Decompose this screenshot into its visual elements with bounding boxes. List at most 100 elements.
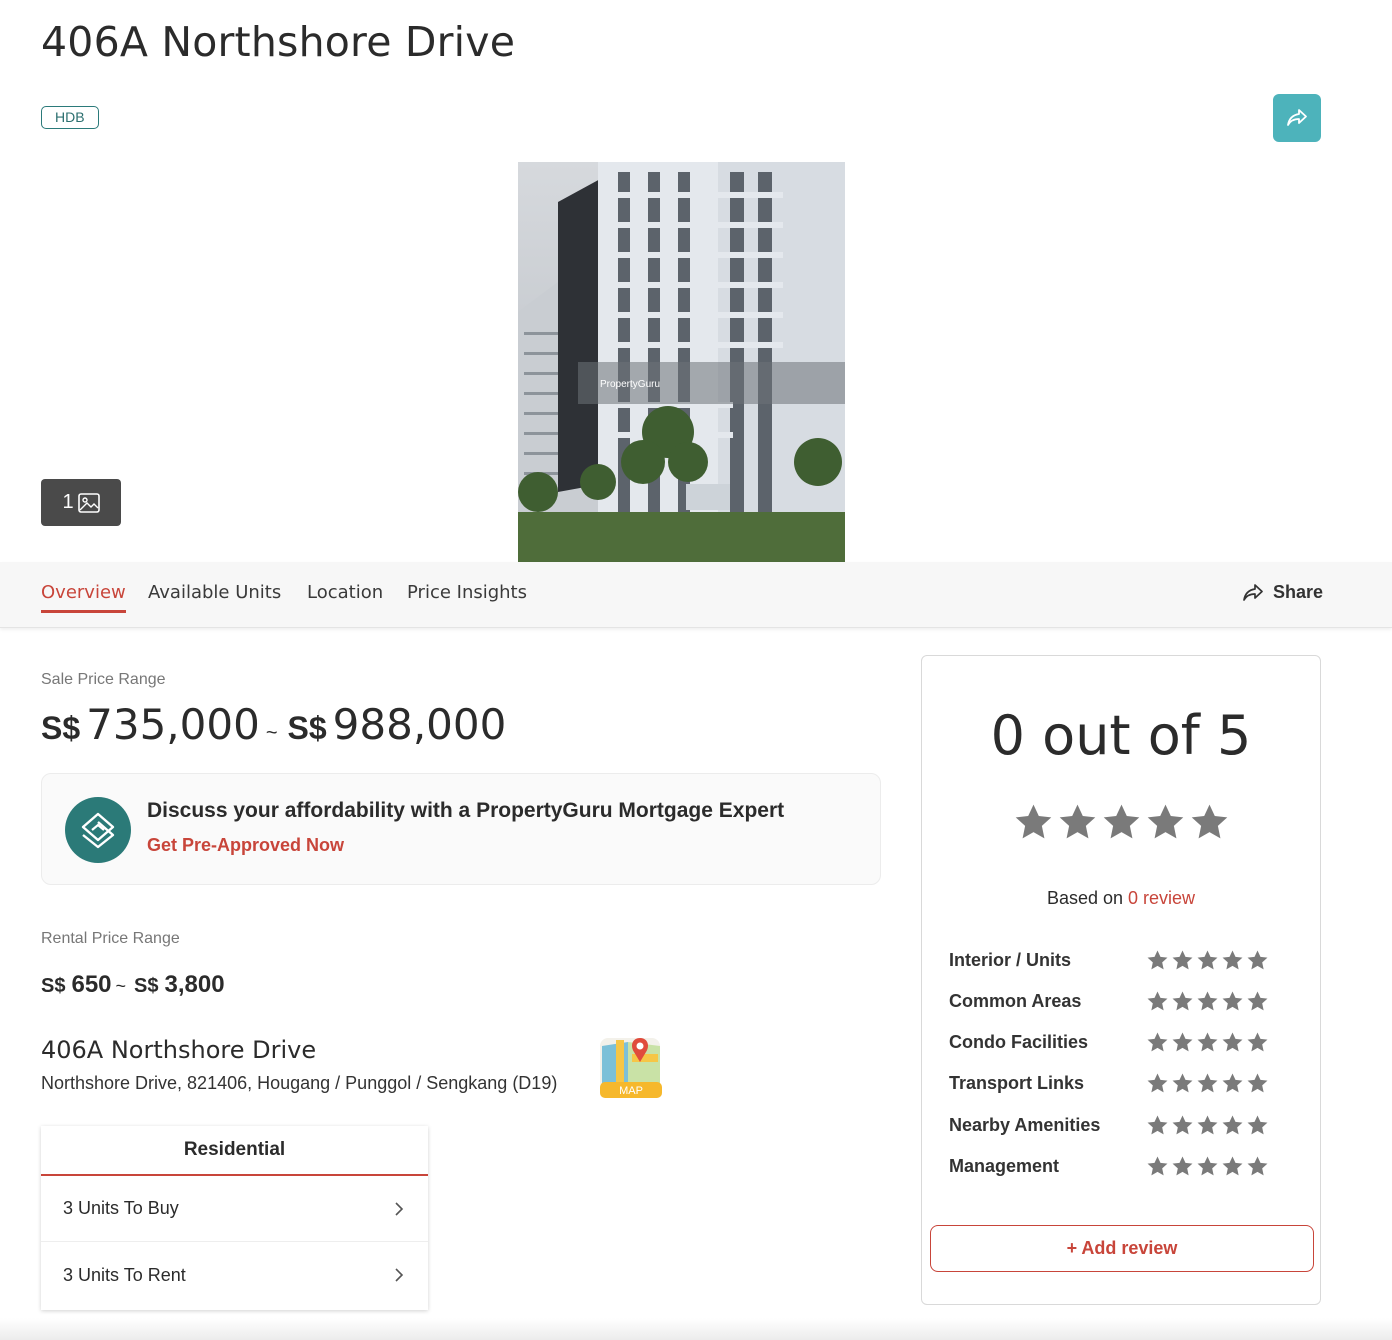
star-icon xyxy=(1172,991,1193,1011)
rental-price-max: 3,800 xyxy=(164,971,225,998)
share-button-top[interactable] xyxy=(1273,94,1321,142)
map-icon: MAP xyxy=(600,1038,662,1098)
rating-label: Nearby Amenities xyxy=(949,1115,1101,1135)
rating-label: Condo Facilities xyxy=(949,1032,1089,1052)
review-score: 0 out of 5 xyxy=(990,704,1252,767)
rental-price-min: 650 xyxy=(71,971,112,998)
star-icon xyxy=(1197,1032,1218,1052)
residential-units-panel: Residential 3 Units To Buy 3 Units To Re… xyxy=(41,1126,428,1310)
star-icon xyxy=(1015,804,1051,839)
photo-watermark: PropertyGuru xyxy=(600,379,660,390)
star-icon xyxy=(1147,950,1168,970)
rating-row-common-areas: Common Areas xyxy=(949,990,1269,1013)
sale-price-min: 735,000 xyxy=(86,700,260,749)
share-arrow-icon xyxy=(1287,109,1307,126)
units-to-rent-label: 3 Units To Rent xyxy=(63,1264,186,1285)
chevron-right-icon xyxy=(395,1268,404,1282)
get-pre-approved-link[interactable]: Get Pre-Approved Now xyxy=(147,835,344,856)
residential-tab[interactable]: Residential xyxy=(41,1126,428,1176)
star-icon xyxy=(1172,1115,1193,1135)
sale-price-label: Sale Price Range xyxy=(41,671,166,688)
currency: S$ xyxy=(134,975,159,997)
tab-overview[interactable]: Overview xyxy=(41,582,126,613)
star-icon xyxy=(1222,1032,1243,1052)
star-icon xyxy=(1247,1115,1268,1135)
page-title: 406A Northshore Drive xyxy=(41,18,516,66)
star-icon xyxy=(1172,1032,1193,1052)
star-icon xyxy=(1222,1156,1243,1176)
sale-price-max: 988,000 xyxy=(332,700,507,749)
page-bottom-fade xyxy=(0,1318,1392,1340)
tab-available-units[interactable]: Available Units xyxy=(148,582,281,603)
review-count-text: Based on 0 review xyxy=(922,888,1320,909)
star-icon xyxy=(1222,1073,1243,1093)
review-summary-card: 0 out of 5 Based on 0 review Interior / … xyxy=(921,655,1321,1305)
category-stars xyxy=(1146,1114,1269,1137)
category-stars xyxy=(1146,949,1269,972)
property-page: 406A Northshore Drive HDB PropertyGuru 1… xyxy=(0,0,1392,1340)
star-icon xyxy=(1222,991,1243,1011)
map-label: MAP xyxy=(619,1085,643,1097)
share-arrow-icon xyxy=(1243,583,1263,601)
overall-star-rating xyxy=(922,802,1320,843)
tab-location[interactable]: Location xyxy=(307,582,383,603)
star-icon xyxy=(1172,1156,1193,1176)
rating-row-interior: Interior / Units xyxy=(949,949,1269,972)
star-icon xyxy=(1147,1115,1168,1135)
rating-row-nearby-amenities: Nearby Amenities xyxy=(949,1114,1269,1137)
property-type-badge: HDB xyxy=(41,106,99,129)
rating-row-condo-facilities: Condo Facilities xyxy=(949,1031,1269,1054)
star-icon xyxy=(1247,1073,1268,1093)
star-icon xyxy=(1147,1156,1168,1176)
building-illustration: PropertyGuru xyxy=(518,162,845,562)
mortgage-banner[interactable]: Discuss your affordability with a Proper… xyxy=(41,773,881,885)
star-icon xyxy=(1247,1156,1268,1176)
address-title: 406A Northshore Drive xyxy=(41,1036,317,1064)
based-on-label: Based on xyxy=(1046,888,1123,908)
star-icon xyxy=(1147,991,1168,1011)
star-icon xyxy=(1197,1073,1218,1093)
add-review-button[interactable]: + Add review xyxy=(930,1225,1314,1272)
rating-label: Management xyxy=(949,1156,1060,1176)
star-icon xyxy=(1222,1115,1243,1135)
star-icon xyxy=(1222,950,1243,970)
section-tabbar: Overview Available Units Location Price … xyxy=(0,562,1392,628)
rental-price-label: Rental Price Range xyxy=(41,930,180,947)
star-icon xyxy=(1147,804,1183,839)
photo-count-button[interactable]: 1 xyxy=(41,479,121,526)
review-count-link[interactable]: 0 review xyxy=(1128,888,1195,908)
range-separator: ~ xyxy=(265,722,278,744)
star-icon xyxy=(1172,950,1193,970)
rental-price-range: S$ 650 ~ S$ 3,800 xyxy=(41,971,225,999)
property-photo[interactable]: PropertyGuru xyxy=(518,162,845,562)
star-icon xyxy=(1197,1156,1218,1176)
star-icon xyxy=(1191,804,1227,839)
chevron-right-icon xyxy=(395,1201,404,1216)
star-icon xyxy=(1247,991,1268,1011)
star-icon xyxy=(1197,950,1218,970)
mortgage-title: Discuss your affordability with a Proper… xyxy=(147,799,785,822)
rating-row-management: Management xyxy=(949,1155,1269,1178)
rating-row-transport-links: Transport Links xyxy=(949,1072,1269,1095)
category-stars xyxy=(1146,1072,1269,1095)
star-icon xyxy=(1247,950,1268,970)
tab-price-insights[interactable]: Price Insights xyxy=(407,582,527,603)
currency: S$ xyxy=(41,975,66,997)
image-icon xyxy=(77,492,100,513)
currency: S$ xyxy=(287,710,327,746)
units-to-buy-label: 3 Units To Buy xyxy=(63,1198,179,1218)
share-link[interactable]: Share xyxy=(1242,582,1323,603)
range-separator: ~ xyxy=(115,976,127,996)
photo-count: 1 xyxy=(62,491,74,513)
address-line: Northshore Drive, 821406, Hougang / Pung… xyxy=(41,1073,558,1093)
star-icon xyxy=(1197,1115,1218,1135)
units-to-rent-row[interactable]: 3 Units To Rent xyxy=(41,1242,428,1308)
star-icon xyxy=(1197,991,1218,1011)
star-icon xyxy=(1103,804,1139,839)
category-stars xyxy=(1146,1031,1269,1054)
propertyguru-logo-icon xyxy=(81,812,115,849)
share-label: Share xyxy=(1273,582,1324,602)
units-to-buy-row[interactable]: 3 Units To Buy xyxy=(41,1176,428,1242)
map-button[interactable]: MAP xyxy=(598,1032,664,1100)
sale-price-range: S$ 735,000 ~ S$ 988,000 xyxy=(41,700,506,749)
